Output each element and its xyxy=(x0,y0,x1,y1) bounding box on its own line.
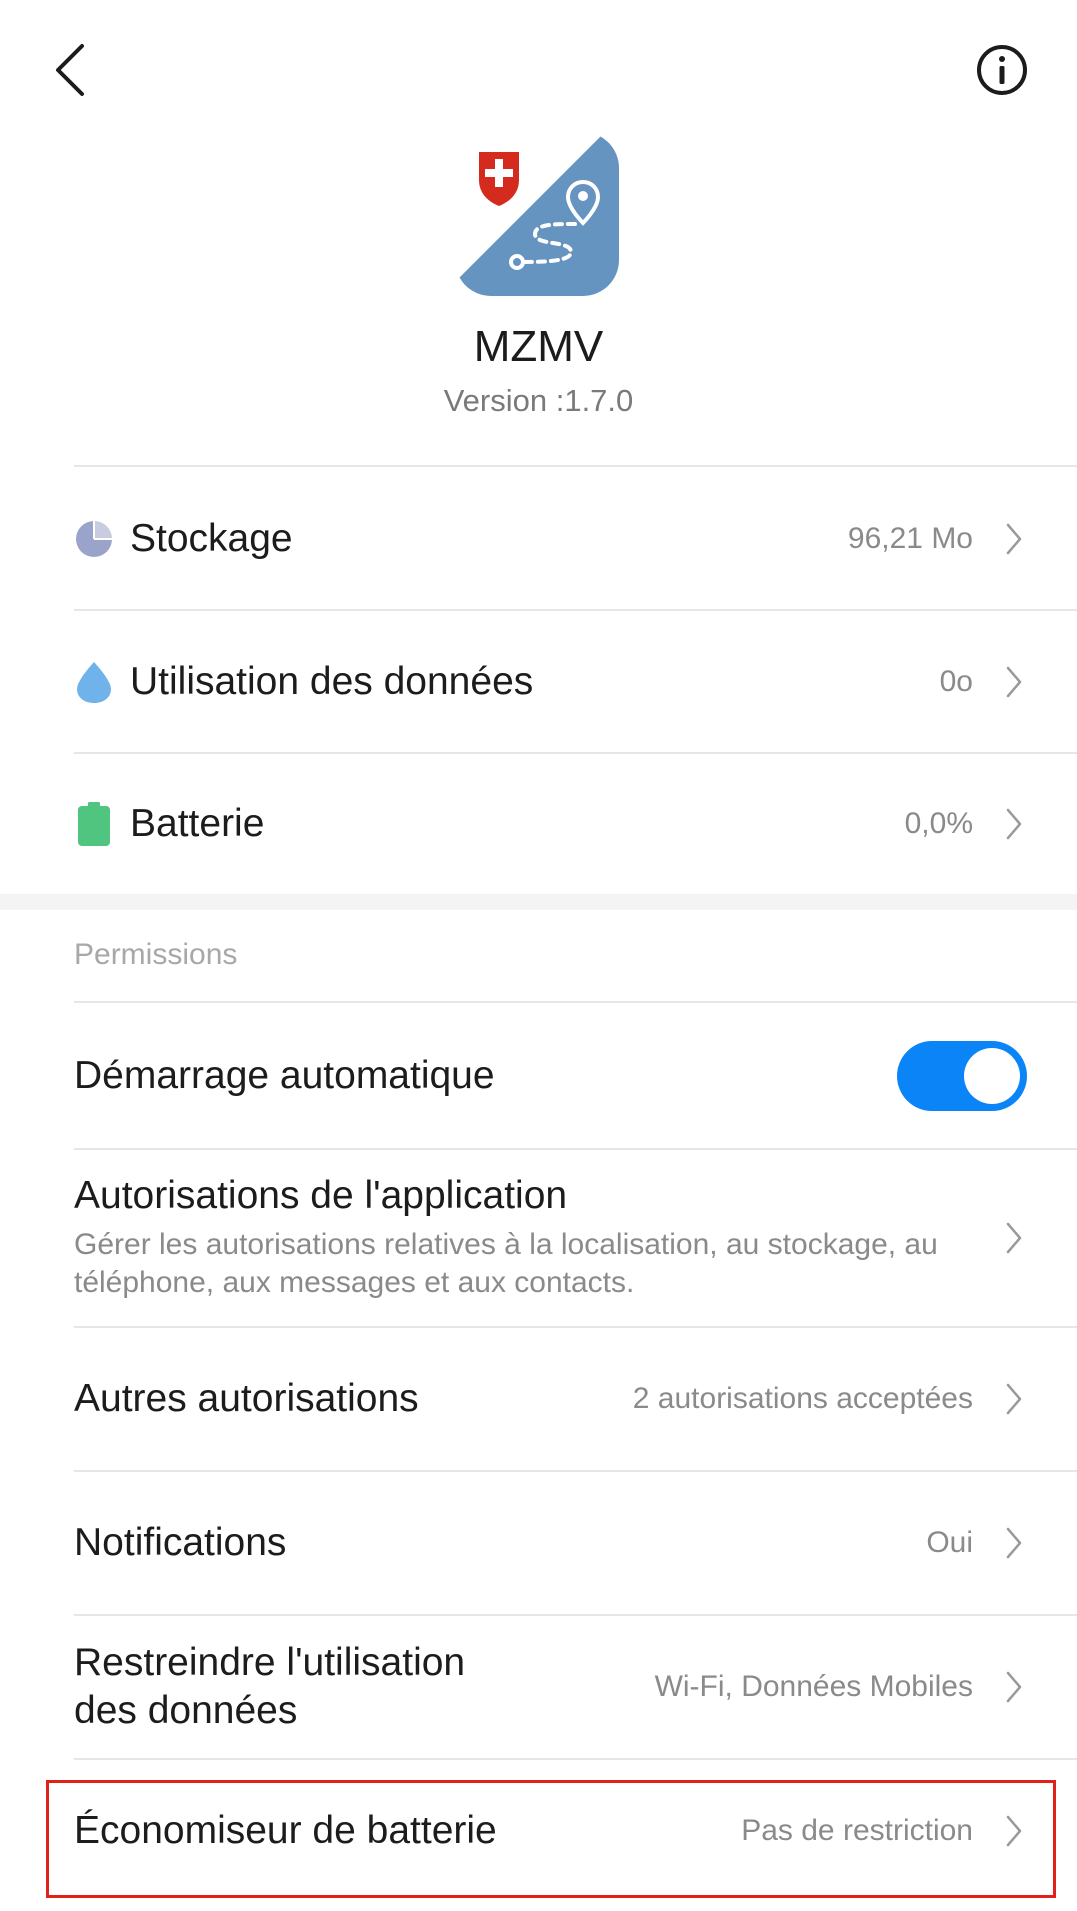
restrict-data-label: Restreindre l'utilisation des données xyxy=(74,1639,544,1735)
info-button[interactable] xyxy=(970,38,1034,102)
notifications-label: Notifications xyxy=(74,1521,287,1564)
other-permissions-label: Autres autorisations xyxy=(74,1377,419,1420)
autostart-label: Démarrage automatique xyxy=(74,1054,495,1097)
restrict-data-row[interactable]: Restreindre l'utilisation des données Wi… xyxy=(0,1616,1077,1758)
autostart-row: Démarrage automatique xyxy=(0,1003,1077,1149)
restrict-data-label-line2: des données xyxy=(74,1689,298,1732)
data-usage-label: Utilisation des données xyxy=(130,660,534,703)
battery-value: 0,0% xyxy=(904,807,973,840)
chevron-right-icon xyxy=(1001,1379,1027,1419)
restrict-data-value: Wi-Fi, Données Mobiles xyxy=(654,1670,973,1703)
battery-icon xyxy=(74,802,114,846)
chevron-right-icon xyxy=(1001,1218,1027,1258)
toggle-knob xyxy=(964,1048,1020,1104)
storage-value: 96,21 Mo xyxy=(847,522,973,555)
divider xyxy=(74,465,1077,467)
app-logo-icon xyxy=(455,132,619,296)
chevron-right-icon xyxy=(1001,804,1027,844)
app-icon xyxy=(455,132,619,296)
data-usage-value: 0o xyxy=(939,665,973,698)
app-permissions-row[interactable]: Autorisations de l'application Gérer les… xyxy=(0,1150,1077,1326)
chevron-right-icon xyxy=(1001,519,1027,559)
chevron-right-icon xyxy=(1001,1523,1027,1563)
app-permissions-label: Autorisations de l'application xyxy=(74,1174,568,1217)
battery-label: Batterie xyxy=(130,802,265,845)
app-name: MZMV xyxy=(473,322,604,371)
storage-row[interactable]: Stockage 96,21 Mo xyxy=(0,468,1077,610)
chevron-right-icon xyxy=(1001,662,1027,702)
app-version: Version :1.7.0 xyxy=(443,383,634,418)
info-icon xyxy=(977,45,1027,95)
other-permissions-row[interactable]: Autres autorisations 2 autorisations acc… xyxy=(0,1328,1077,1470)
restrict-data-label-line1: Restreindre l'utilisation xyxy=(74,1641,466,1684)
data-usage-row[interactable]: Utilisation des données 0o xyxy=(0,611,1077,753)
section-separator xyxy=(0,894,1077,910)
notifications-value: Oui xyxy=(926,1526,973,1559)
storage-label: Stockage xyxy=(130,517,293,560)
back-arrow-icon xyxy=(56,44,84,96)
app-permissions-text: Autorisations de l'application Gérer les… xyxy=(74,1174,994,1302)
pie-chart-icon xyxy=(74,519,114,559)
back-button[interactable] xyxy=(40,30,100,110)
autostart-toggle[interactable] xyxy=(897,1041,1027,1111)
highlight-box xyxy=(46,1780,1056,1898)
other-permissions-value: 2 autorisations acceptées xyxy=(632,1382,973,1415)
water-drop-icon xyxy=(74,662,114,703)
chevron-right-icon xyxy=(1001,1667,1027,1707)
battery-row[interactable]: Batterie 0,0% xyxy=(0,754,1077,894)
app-permissions-description: Gérer les autorisations relatives à la l… xyxy=(74,1228,938,1299)
notifications-row[interactable]: Notifications Oui xyxy=(0,1472,1077,1614)
permissions-header: Permissions xyxy=(74,938,238,971)
